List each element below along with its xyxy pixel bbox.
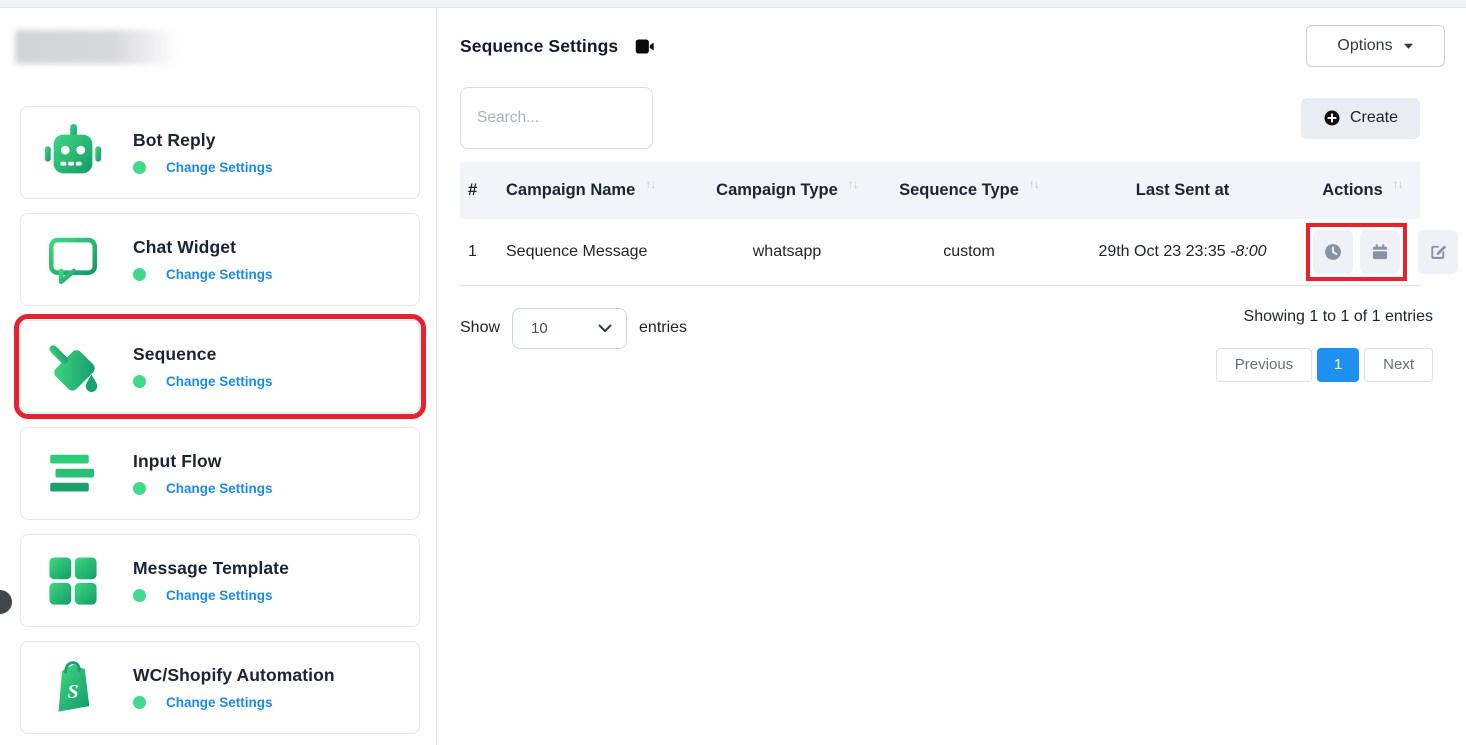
- row-actions: [1305, 219, 1420, 285]
- column-header-label: Campaign Name: [506, 181, 635, 199]
- page-title: Sequence Settings: [460, 36, 618, 57]
- column-header-index: #: [460, 162, 498, 219]
- status-dot: [133, 161, 146, 174]
- settings-sidebar: Bot Reply Change Settings Chat Widget C: [0, 8, 437, 745]
- pagination-previous-button[interactable]: Previous: [1216, 348, 1312, 382]
- app-window: Bot Reply Change Settings Chat Widget C: [0, 8, 1466, 745]
- sidebar-card-input-flow[interactable]: Input Flow Change Settings: [20, 427, 420, 520]
- table-row: 1 Sequence Message whatsapp custom 29th …: [460, 219, 1420, 285]
- entries-summary: Showing 1 to 1 of 1 entries: [1244, 308, 1433, 326]
- sidebar-card-chat-widget[interactable]: Chat Widget Change Settings: [20, 213, 420, 306]
- sidebar-card-title: Sequence: [133, 344, 273, 365]
- table-header-row: # Campaign Name ↑↓ Campaign Type ↑↓ Sequen…: [460, 162, 1420, 219]
- sidebar-card-sequence[interactable]: Sequence Change Settings: [20, 320, 420, 413]
- sort-icon: ↑↓: [848, 177, 858, 191]
- chevron-down-icon: [598, 324, 612, 333]
- grid-icon: [41, 550, 105, 612]
- paint-bucket-icon: [41, 336, 105, 398]
- entries-label: entries: [639, 319, 687, 337]
- shopify-bag-icon: S: [41, 657, 105, 719]
- robot-icon: [41, 122, 105, 184]
- main-content: Sequence Settings Options: [437, 8, 1466, 745]
- column-header-sequence-type[interactable]: Sequence Type ↑↓: [878, 162, 1060, 219]
- plus-circle-icon: [1323, 109, 1341, 127]
- bars-icon: [41, 443, 105, 505]
- change-settings-link[interactable]: Change Settings: [166, 481, 273, 496]
- row-campaign-name: Sequence Message: [498, 219, 696, 285]
- create-button[interactable]: Create: [1301, 98, 1420, 139]
- sidebar-card-wc-shopify[interactable]: S WC/Shopify Automation Change Settings: [20, 641, 420, 734]
- page-size-select[interactable]: 10: [512, 308, 627, 349]
- row-campaign-type: whatsapp: [696, 219, 878, 285]
- column-header-label: Sequence Type: [899, 181, 1019, 199]
- sort-icon: ↑↓: [1029, 177, 1039, 191]
- column-header-last-sent-at: Last Sent at: [1060, 162, 1305, 219]
- column-header-actions[interactable]: Actions ↑↓: [1305, 162, 1420, 219]
- sidebar-card-message-template[interactable]: Message Template Change Settings: [20, 534, 420, 627]
- create-button-label: Create: [1350, 109, 1398, 127]
- schedule-date-button[interactable]: [1360, 230, 1400, 274]
- sort-icon: ↑↓: [645, 177, 655, 191]
- page-size-value: 10: [531, 320, 548, 337]
- chat-bubble-icon: [41, 229, 105, 291]
- row-sequence-type: custom: [878, 219, 1060, 285]
- status-dot: [133, 696, 146, 709]
- schedule-time-button[interactable]: [1313, 230, 1353, 274]
- status-dot: [133, 375, 146, 388]
- sidebar-card-title: Input Flow: [133, 451, 273, 472]
- pagination-next-button[interactable]: Next: [1364, 348, 1433, 382]
- last-sent-tz-offset: -8:00: [1230, 243, 1266, 260]
- change-settings-link[interactable]: Change Settings: [166, 267, 273, 282]
- edit-icon: [1428, 242, 1448, 262]
- blurred-logo: [15, 30, 180, 64]
- top-strip: [0, 0, 1466, 8]
- search-input[interactable]: [460, 87, 653, 149]
- calendar-icon: [1370, 242, 1390, 262]
- edit-button[interactable]: [1418, 230, 1458, 274]
- caret-down-icon: [1403, 42, 1414, 50]
- status-dot: [133, 482, 146, 495]
- row-index: 1: [460, 219, 498, 285]
- show-label: Show: [460, 319, 500, 337]
- options-button[interactable]: Options: [1306, 25, 1445, 67]
- change-settings-link[interactable]: Change Settings: [166, 695, 273, 710]
- highlight-box-actions: [1313, 230, 1400, 274]
- change-settings-link[interactable]: Change Settings: [166, 588, 273, 603]
- pagination-page-1-button[interactable]: 1: [1317, 348, 1359, 382]
- change-settings-link[interactable]: Change Settings: [166, 160, 273, 175]
- clock-icon: [1323, 242, 1343, 262]
- video-camera-icon[interactable]: [634, 36, 655, 57]
- sidebar-card-title: WC/Shopify Automation: [133, 665, 335, 686]
- column-header-campaign-type[interactable]: Campaign Type ↑↓: [696, 162, 878, 219]
- status-dot: [133, 589, 146, 602]
- sidebar-card-title: Bot Reply: [133, 130, 273, 151]
- change-settings-link[interactable]: Change Settings: [166, 374, 273, 389]
- sidebar-card-title: Message Template: [133, 558, 289, 579]
- column-header-campaign-name[interactable]: Campaign Name ↑↓: [498, 162, 696, 219]
- column-header-label: Actions: [1322, 181, 1383, 199]
- svg-text:S: S: [67, 680, 78, 702]
- options-button-label: Options: [1337, 37, 1392, 55]
- status-dot: [133, 268, 146, 281]
- last-sent-datetime: 29th Oct 23 23:35: [1098, 243, 1230, 260]
- sidebar-card-bot-reply[interactable]: Bot Reply Change Settings: [20, 106, 420, 199]
- sidebar-card-title: Chat Widget: [133, 237, 273, 258]
- pagination: Previous 1 Next: [1216, 348, 1433, 382]
- edge-widget-button[interactable]: [0, 590, 12, 614]
- sequence-table: # Campaign Name ↑↓ Campaign Type ↑↓ Sequen…: [460, 162, 1420, 286]
- sort-icon: ↑↓: [1393, 177, 1403, 191]
- row-last-sent-at: 29th Oct 23 23:35 -8:00: [1060, 219, 1305, 285]
- column-header-label: Campaign Type: [716, 181, 838, 199]
